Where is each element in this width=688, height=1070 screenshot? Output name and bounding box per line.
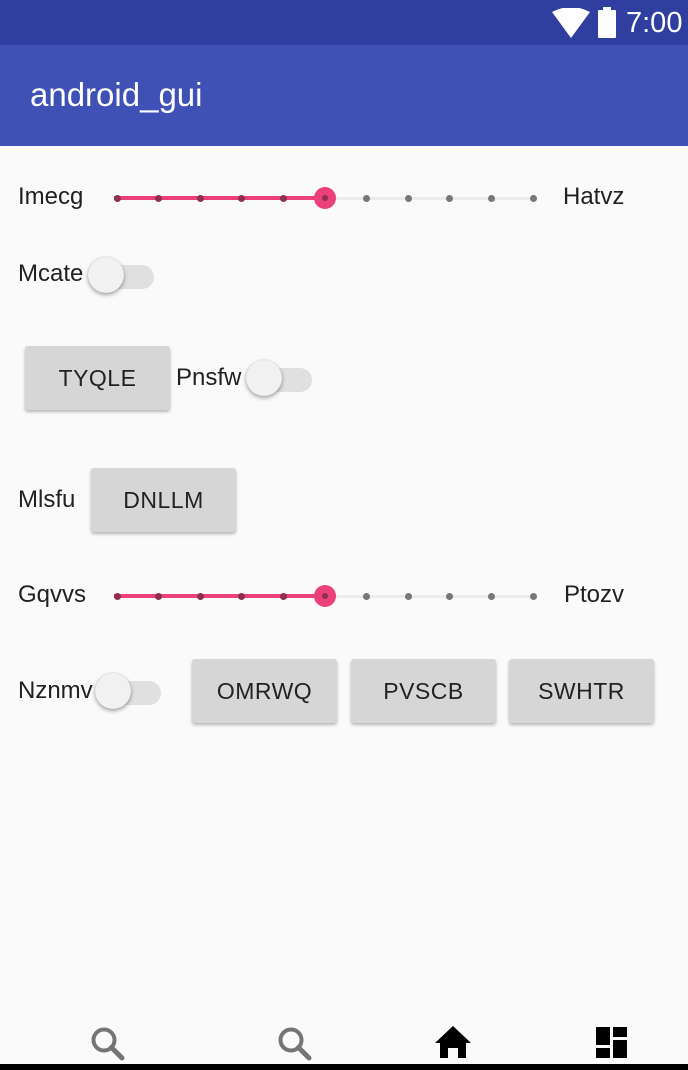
- seekbar1-tick: [155, 195, 163, 202]
- swhtr-button[interactable]: SWHTR: [509, 659, 654, 723]
- seekbar1-tick: [113, 195, 121, 202]
- status-time: 7:00: [626, 7, 683, 39]
- seekbar2[interactable]: [113, 576, 537, 616]
- switch1-label: Mcate: [18, 260, 84, 287]
- seekbar2-tick: [363, 593, 371, 600]
- nav-home[interactable]: [434, 1024, 478, 1068]
- tyqle-button[interactable]: TYQLE: [25, 346, 170, 410]
- search-icon: [91, 1027, 125, 1061]
- seekbar2-tick: [529, 593, 537, 600]
- switch3[interactable]: [95, 671, 161, 711]
- switch2-label: Pnsfw: [176, 364, 242, 391]
- seekbar2-right-label: Ptozv: [564, 581, 625, 608]
- seekbar1-tick: [404, 195, 412, 202]
- home-icon: [435, 1026, 471, 1058]
- seekbar2-tick: [238, 593, 246, 600]
- seekbar2-tick: [196, 593, 204, 600]
- battery-icon: [598, 7, 616, 38]
- seekbar1-tick: [529, 195, 537, 202]
- pvscb-button[interactable]: PVSCB: [351, 659, 496, 723]
- navigation-bar-edge: [0, 1064, 688, 1070]
- seekbar2-tick: [279, 593, 287, 600]
- seekbar2-left-label: Gqvvs: [18, 581, 87, 608]
- seekbar2-progress: [114, 594, 325, 598]
- switch3-thumb: [95, 673, 131, 709]
- seekbar1-tick: [487, 195, 495, 202]
- row4-label: Mlsfu: [18, 486, 76, 513]
- nav-search-1[interactable]: [88, 1024, 132, 1068]
- seekbar1-thumb-dot: [322, 195, 328, 201]
- seekbar1-left-label: Imecg: [18, 183, 84, 210]
- seekbar2-thumb[interactable]: [314, 585, 336, 607]
- dashboard-icon: [596, 1027, 627, 1058]
- seekbar1-tick: [279, 195, 287, 202]
- status-bar: 7:00: [0, 0, 688, 45]
- seekbar1-tick: [196, 195, 204, 202]
- switch2-thumb: [246, 360, 282, 396]
- switch2[interactable]: [246, 358, 312, 398]
- screen: 7:00 android_gui Imecg Hatvz Mcate TYQLE…: [0, 0, 688, 1070]
- seekbar2-tick: [155, 593, 163, 600]
- nav-dashboard[interactable]: [595, 1024, 639, 1068]
- switch3-label: Nznmv: [18, 677, 93, 704]
- switch1[interactable]: [88, 255, 154, 295]
- seekbar2-thumb-dot: [322, 593, 328, 599]
- seekbar1[interactable]: [113, 178, 537, 218]
- seekbar1-thumb[interactable]: [314, 187, 336, 209]
- dnllm-button[interactable]: DNLLM: [91, 468, 236, 532]
- seekbar2-tick: [446, 593, 454, 600]
- seekbar2-tick: [487, 593, 495, 600]
- seekbar1-tick: [363, 195, 371, 202]
- seekbar1-tick: [446, 195, 454, 202]
- search-icon: [278, 1027, 312, 1061]
- nav-search-2[interactable]: [275, 1024, 319, 1068]
- seekbar1-tick: [238, 195, 246, 202]
- bottom-navigation: [0, 1010, 688, 1070]
- app-title: android_gui: [30, 76, 203, 113]
- seekbar2-tick: [113, 593, 121, 600]
- seekbar2-tick: [404, 593, 412, 600]
- app-bar: android_gui: [0, 45, 688, 146]
- switch1-thumb: [88, 257, 124, 293]
- omrwq-button[interactable]: OMRWQ: [192, 659, 337, 723]
- seekbar1-right-label: Hatvz: [563, 183, 625, 210]
- wifi-icon: [552, 8, 590, 38]
- seekbar1-progress: [114, 196, 325, 200]
